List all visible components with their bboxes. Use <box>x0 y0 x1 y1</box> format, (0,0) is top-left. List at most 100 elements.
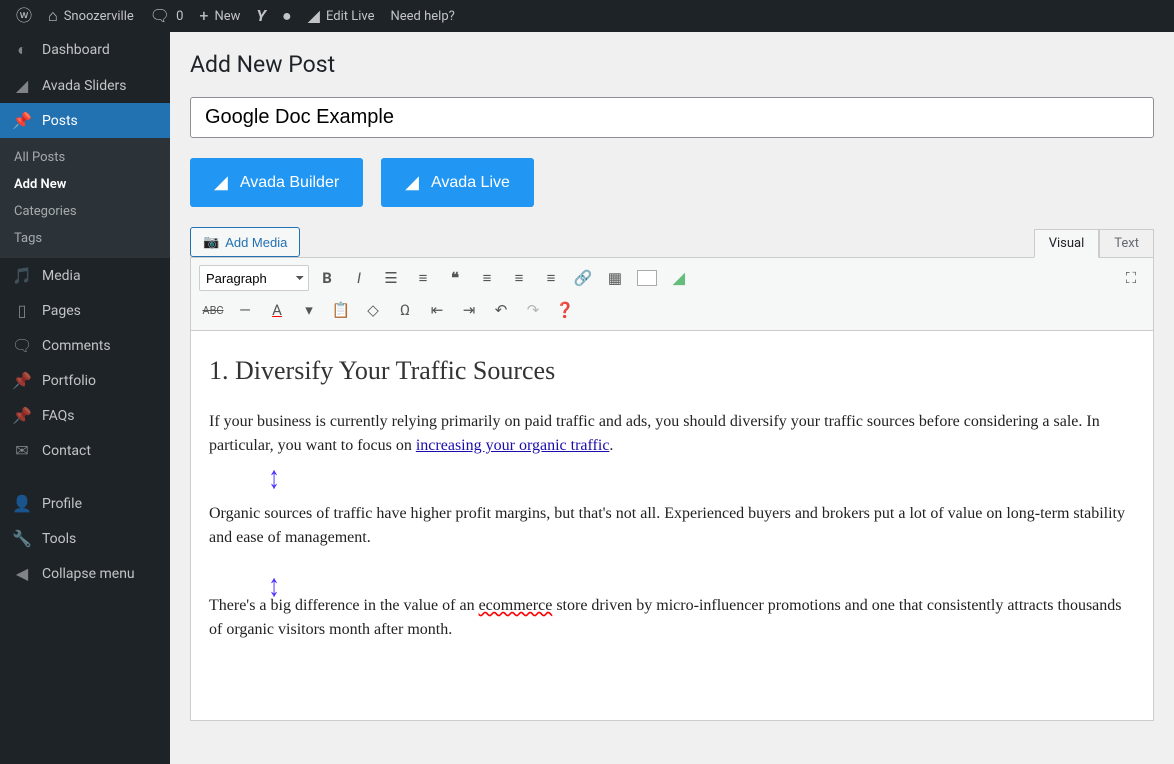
yoast-icon: Y <box>256 8 266 24</box>
menu-faqs[interactable]: 📌FAQs <box>0 398 170 433</box>
avada-builder-button[interactable]: ◢Avada Builder <box>190 158 363 207</box>
help-link[interactable]: Need help? <box>383 0 463 32</box>
organic-traffic-link[interactable]: increasing your organic traffic <box>416 437 610 454</box>
home-icon: ⌂ <box>48 8 58 24</box>
plus-icon: + <box>199 8 208 24</box>
indent-button[interactable]: ⇥ <box>455 296 483 324</box>
menu-media[interactable]: 🎵Media <box>0 258 170 293</box>
menu-profile[interactable]: 👤Profile <box>0 486 170 521</box>
new-label: New <box>214 9 240 24</box>
menu-contact[interactable]: ✉Contact <box>0 433 170 468</box>
fullscreen-button[interactable]: ⛶ <box>1117 264 1145 292</box>
avada-icon: ◢ <box>405 172 419 193</box>
pages-icon: ▯ <box>12 301 32 320</box>
avada-toolbar-button[interactable]: ◢ <box>665 264 693 292</box>
main-content: Add New Post ◢Avada Builder ◢Avada Live … <box>170 32 1174 764</box>
new-content[interactable]: + New <box>191 0 248 32</box>
menu-collapse[interactable]: ◀Collapse menu <box>0 556 170 591</box>
avada-edit-live[interactable]: ◢ Edit Live <box>300 0 383 32</box>
special-char-button[interactable]: Ω <box>391 296 419 324</box>
menu-portfolio[interactable]: 📌Portfolio <box>0 363 170 398</box>
content-p3: There's a big difference in the value of… <box>209 594 1135 642</box>
user-icon: 👤 <box>12 494 32 513</box>
strikethrough-button[interactable]: ABC <box>199 296 227 324</box>
submenu-categories[interactable]: Categories <box>0 198 170 225</box>
mail-icon: ✉ <box>12 441 32 460</box>
collapse-icon: ◀ <box>12 564 32 583</box>
comments-count: 0 <box>176 9 183 24</box>
site-name[interactable]: ⌂ Snoozerville <box>40 0 142 32</box>
edit-live-label: Edit Live <box>326 9 375 24</box>
hr-button[interactable]: — <box>231 296 259 324</box>
pin-icon: 📌 <box>12 371 32 390</box>
clear-format-button[interactable]: ◇ <box>359 296 387 324</box>
avada-live-button[interactable]: ◢Avada Live <box>381 158 534 207</box>
outdent-button[interactable]: ⇤ <box>423 296 451 324</box>
admin-sidebar: ◐Dashboard ◢Avada Sliders 📌Posts All Pos… <box>0 32 170 764</box>
tab-visual[interactable]: Visual <box>1034 229 1100 258</box>
add-media-button[interactable]: 📷Add Media <box>190 227 300 257</box>
content-p2: Organic sources of traffic have higher p… <box>209 502 1135 550</box>
camera-icon: 📷 <box>203 234 219 250</box>
posts-submenu: All Posts Add New Categories Tags <box>0 138 170 258</box>
format-select[interactable]: Paragraph <box>199 265 309 291</box>
arrow-annotation-2: ↕ <box>268 561 279 609</box>
arrow-annotation-1: ↕ <box>268 453 279 501</box>
submenu-all-posts[interactable]: All Posts <box>0 144 170 171</box>
tab-text[interactable]: Text <box>1099 229 1154 257</box>
menu-posts[interactable]: 📌Posts <box>0 103 170 138</box>
menu-comments[interactable]: 🗨Comments <box>0 328 170 363</box>
menu-avada-sliders[interactable]: ◢Avada Sliders <box>0 68 170 103</box>
dashboard-icon: ◐ <box>12 40 32 60</box>
text-color-dropdown[interactable]: ▾ <box>295 296 323 324</box>
media-icon: 🎵 <box>12 266 32 285</box>
link-button[interactable]: 🔗 <box>569 264 597 292</box>
paste-text-button[interactable]: 📋 <box>327 296 355 324</box>
text-color-button[interactable]: A <box>263 296 291 324</box>
pin-icon: 📌 <box>12 406 32 425</box>
content-heading: 1. Diversify Your Traffic Sources <box>209 351 1135 390</box>
menu-dashboard[interactable]: ◐Dashboard <box>0 32 170 68</box>
italic-button[interactable]: I <box>345 264 373 292</box>
menu-pages[interactable]: ▯Pages <box>0 293 170 328</box>
undo-button[interactable]: ↶ <box>487 296 515 324</box>
editor-body[interactable]: 1. Diversify Your Traffic Sources If you… <box>190 331 1154 721</box>
builder-buttons: ◢Avada Builder ◢Avada Live <box>190 158 1154 207</box>
avada-icon: ◢ <box>214 172 228 193</box>
editor-wrap: 📷Add Media Visual Text Paragraph B I ☰ ≡… <box>190 227 1154 721</box>
status-dot[interactable]: ● <box>274 0 300 32</box>
submenu-tags[interactable]: Tags <box>0 225 170 252</box>
post-title-input[interactable] <box>190 97 1154 138</box>
align-left-button[interactable]: ≡ <box>473 264 501 292</box>
bold-button[interactable]: B <box>313 264 341 292</box>
help-label: Need help? <box>391 9 455 24</box>
yoast[interactable]: Y <box>248 0 274 32</box>
comment-icon: 🗨 <box>12 336 32 355</box>
circle-icon: ● <box>282 8 292 24</box>
bullet-list-button[interactable]: ☰ <box>377 264 405 292</box>
pin-icon: 📌 <box>12 111 32 130</box>
wp-logo[interactable]: ⓦ <box>8 0 40 32</box>
color-swatch-button[interactable] <box>633 264 661 292</box>
avada-slider-icon: ◢ <box>12 76 32 95</box>
editor-tabs: Visual Text <box>1034 229 1154 257</box>
comment-icon: 🗨 <box>150 8 170 24</box>
menu-tools[interactable]: 🔧Tools <box>0 521 170 556</box>
spell-error: ecommerce <box>479 597 553 614</box>
comments-link[interactable]: 🗨0 <box>142 0 192 32</box>
avada-icon: ◢ <box>308 8 320 24</box>
align-center-button[interactable]: ≡ <box>505 264 533 292</box>
site-name-label: Snoozerville <box>64 9 134 24</box>
redo-button[interactable]: ↷ <box>519 296 547 324</box>
blockquote-button[interactable]: ❝ <box>441 264 469 292</box>
number-list-button[interactable]: ≡ <box>409 264 437 292</box>
page-title: Add New Post <box>190 42 1154 82</box>
help-button[interactable]: ❓ <box>551 296 579 324</box>
align-right-button[interactable]: ≡ <box>537 264 565 292</box>
editor-toolbar: Paragraph B I ☰ ≡ ❝ ≡ ≡ ≡ 🔗 ▦ ◢ ⛶ ABC — … <box>190 257 1154 331</box>
more-button[interactable]: ▦ <box>601 264 629 292</box>
wrench-icon: 🔧 <box>12 529 32 548</box>
submenu-add-new[interactable]: Add New <box>0 171 170 198</box>
content-p1: If your business is currently relying pr… <box>209 410 1135 458</box>
wordpress-icon: ⓦ <box>16 8 32 24</box>
